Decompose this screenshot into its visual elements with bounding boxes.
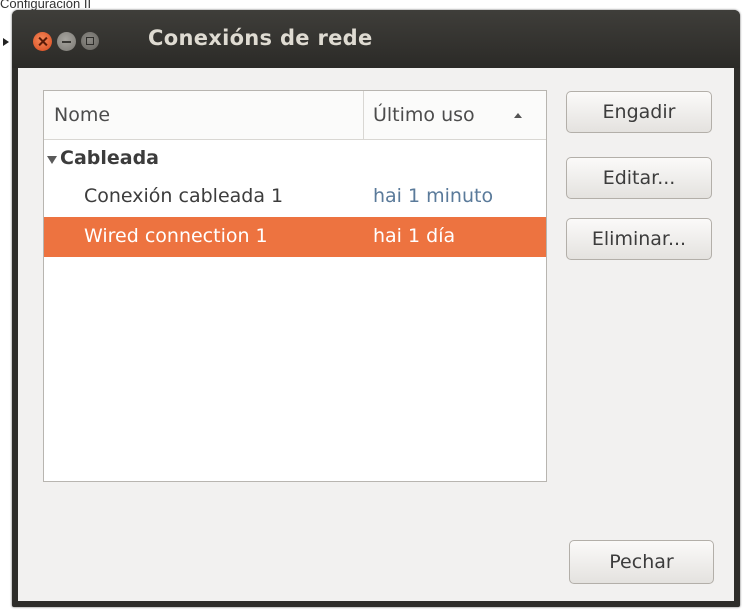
pointer-arrow-icon: [3, 38, 9, 46]
connections-list[interactable]: Nome Último uso Cableada Conexión cablea…: [43, 90, 547, 482]
group-row-wired[interactable]: Cableada: [44, 145, 546, 175]
dialog-content: Nome Último uso Cableada Conexión cablea…: [18, 68, 734, 601]
sort-ascending-icon[interactable]: [514, 113, 522, 118]
close-window-icon[interactable]: [33, 32, 52, 51]
connection-last-used: hai 1 minuto: [373, 185, 494, 207]
delete-button[interactable]: Eliminar...: [566, 218, 712, 260]
connection-name: Wired connection 1: [84, 225, 268, 247]
connection-name: Conexión cableada 1: [84, 185, 284, 207]
group-label: Cableada: [60, 147, 160, 169]
edit-button[interactable]: Editar...: [566, 157, 712, 199]
expander-down-icon[interactable]: [47, 156, 57, 164]
connection-row[interactable]: Conexión cableada 1 hai 1 minuto: [44, 177, 546, 217]
title-bar[interactable]: Conexións de rede: [12, 10, 740, 68]
list-header: Nome Último uso: [44, 91, 546, 140]
connection-last-used: hai 1 día: [373, 225, 456, 247]
maximize-window-icon[interactable]: [81, 32, 99, 50]
column-divider: [363, 91, 364, 139]
add-button[interactable]: Engadir: [566, 91, 712, 133]
close-button[interactable]: Pechar: [569, 540, 714, 584]
network-connections-window: Conexións de rede Nome Último uso Cablea…: [12, 10, 740, 607]
column-header-name[interactable]: Nome: [54, 104, 110, 126]
window-title: Conexións de rede: [148, 26, 373, 50]
minimize-window-icon[interactable]: [57, 32, 76, 51]
connection-row-selected[interactable]: Wired connection 1 hai 1 día: [44, 217, 546, 257]
column-header-last-used[interactable]: Último uso: [373, 104, 475, 126]
